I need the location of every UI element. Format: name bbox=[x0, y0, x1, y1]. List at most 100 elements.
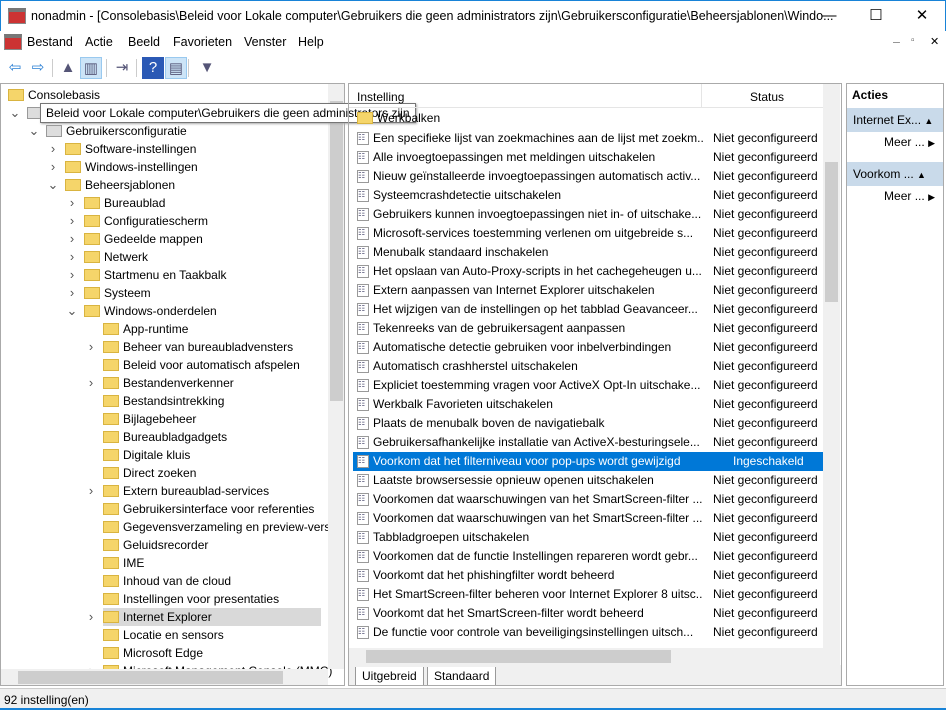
tree-node[interactable]: Beleid voor automatisch afspelen bbox=[103, 356, 321, 374]
menu-beeld[interactable]: Beeld bbox=[128, 35, 160, 49]
tree-node[interactable]: › Beheer van bureaubladvensters bbox=[89, 338, 321, 356]
chevron-right-icon[interactable]: › bbox=[66, 284, 78, 302]
chevron-right-icon[interactable]: › bbox=[85, 608, 97, 626]
tree-node[interactable]: Locatie en sensors bbox=[103, 626, 321, 644]
setting-row[interactable]: ☷ Automatisch crashherstel uitschakelen Ni… bbox=[353, 357, 823, 376]
tree-node[interactable]: › Bureaublad bbox=[70, 194, 321, 212]
setting-row[interactable]: ☷ Expliciet toestemming vragen voor Activ… bbox=[353, 376, 823, 395]
scroll-thumb[interactable] bbox=[18, 671, 283, 684]
scroll-thumb[interactable] bbox=[366, 650, 671, 663]
setting-row[interactable]: ☷ Voorkomen dat waarschuwingen van het Sm… bbox=[353, 490, 823, 509]
tree-node[interactable]: Instellingen voor presentaties bbox=[103, 590, 321, 608]
chevron-right-icon[interactable]: › bbox=[66, 194, 78, 212]
tree-node[interactable]: › Netwerk bbox=[70, 248, 321, 266]
tree-vertical-scrollbar[interactable] bbox=[328, 84, 344, 669]
setting-row[interactable]: ☷ Tekenreeks van de gebruikersagent aanpa… bbox=[353, 319, 823, 338]
help-icon[interactable]: ? bbox=[142, 57, 164, 79]
scroll-thumb[interactable] bbox=[825, 162, 838, 302]
setting-row[interactable]: ☷ Gebruikersafhankelijke installatie van … bbox=[353, 433, 823, 452]
actions-more-2[interactable]: Meer ... ▶ bbox=[847, 189, 943, 209]
setting-row[interactable]: ☷ Extern aanpassen van Internet Explorer … bbox=[353, 281, 823, 300]
tree-horizontal-scrollbar[interactable] bbox=[1, 669, 328, 685]
chevron-right-icon[interactable]: › bbox=[66, 266, 78, 284]
inner-restore-button[interactable]: ▫ bbox=[911, 35, 915, 46]
setting-row[interactable]: ☷ De functie voor controle van beveiligin… bbox=[353, 623, 823, 642]
tree-node[interactable]: › Software-instellingen bbox=[51, 140, 321, 158]
show-hide-tree-icon[interactable]: ▥ bbox=[80, 57, 102, 79]
close-button[interactable]: ✕ bbox=[899, 1, 945, 31]
setting-row[interactable]: ☷ Plaats de menubalk boven de navigatieba… bbox=[353, 414, 823, 433]
scroll-thumb[interactable] bbox=[330, 101, 343, 401]
setting-row[interactable]: ☷ Werkbalk Favorieten uitschakelen Niet ge… bbox=[353, 395, 823, 414]
setting-row[interactable]: ☷ Nieuw geïnstalleerde invoegtoepassingen… bbox=[353, 167, 823, 186]
tree-node[interactable]: Direct zoeken bbox=[103, 464, 321, 482]
menu-help[interactable]: Help bbox=[298, 35, 324, 49]
setting-row[interactable]: ☷ Een specifieke lijst van zoekmachines a… bbox=[353, 129, 823, 148]
inner-minimize-button[interactable]: – bbox=[893, 35, 900, 49]
menu-bestand[interactable]: Bestand bbox=[27, 35, 73, 49]
tab-uitgebreid[interactable]: Uitgebreid bbox=[355, 667, 424, 685]
tree-node[interactable]: › Windows-instellingen bbox=[51, 158, 321, 176]
menu-venster[interactable]: Venster bbox=[244, 35, 286, 49]
setting-row[interactable]: ☷ Laatste browsersessie opnieuw openen ui… bbox=[353, 471, 823, 490]
menu-favorieten[interactable]: Favorieten bbox=[173, 35, 232, 49]
tab-standaard[interactable]: Standaard bbox=[427, 667, 497, 685]
list-vertical-scrollbar[interactable] bbox=[823, 84, 840, 665]
tree-node[interactable]: Bureaubladgadgets bbox=[103, 428, 321, 446]
chevron-down-icon[interactable]: ⌄ bbox=[66, 302, 78, 320]
setting-row[interactable]: ☷ Voorkomt dat het phishingfilter wordt b… bbox=[353, 566, 823, 585]
setting-row[interactable]: ☷ Voorkomen dat de functie Instellingen r… bbox=[353, 547, 823, 566]
tree-node[interactable]: App-runtime bbox=[103, 320, 321, 338]
tree-node[interactable]: ⌄ Windows-onderdelen bbox=[67, 302, 321, 320]
chevron-down-icon[interactable]: ⌄ bbox=[47, 176, 59, 194]
tree-node[interactable]: › Systeem bbox=[70, 284, 321, 302]
setting-row[interactable]: ☷ Het SmartScreen-filter beheren voor Int… bbox=[353, 585, 823, 604]
up-folder-icon[interactable]: ▲ bbox=[57, 57, 79, 79]
chevron-right-icon[interactable]: › bbox=[47, 140, 59, 158]
chevron-right-icon[interactable]: › bbox=[66, 230, 78, 248]
setting-row[interactable]: ☷ Voorkomt dat het SmartScreen-filter wor… bbox=[353, 604, 823, 623]
menu-actie[interactable]: Actie bbox=[85, 35, 113, 49]
back-icon[interactable]: ⇦ bbox=[4, 57, 26, 79]
tree-node[interactable]: Inhoud van de cloud bbox=[103, 572, 321, 590]
export-list-icon[interactable]: ⇥ bbox=[111, 57, 133, 79]
forward-icon[interactable]: ⇨ bbox=[27, 57, 49, 79]
tree-node[interactable]: Bestandsintrekking bbox=[103, 392, 321, 410]
chevron-down-icon[interactable]: ⌄ bbox=[9, 104, 21, 122]
setting-row[interactable]: ☷ Automatische detectie gebruiken voor in… bbox=[353, 338, 823, 357]
tree-node[interactable]: › Startmenu en Taakbalk bbox=[70, 266, 321, 284]
actions-more-1[interactable]: Meer ... ▶ bbox=[847, 135, 943, 155]
chevron-right-icon[interactable]: › bbox=[66, 212, 78, 230]
setting-row[interactable]: ☷ Het opslaan van Auto-Proxy-scripts in h… bbox=[353, 262, 823, 281]
tree-node[interactable]: › Bestandenverkenner bbox=[89, 374, 321, 392]
setting-row[interactable]: ☷ Menubalk standaard inschakelen Niet geco… bbox=[353, 243, 823, 262]
chevron-right-icon[interactable]: › bbox=[47, 158, 59, 176]
tree-node[interactable]: › Configuratiescherm bbox=[70, 212, 321, 230]
chevron-right-icon[interactable]: › bbox=[85, 482, 97, 500]
tree-node[interactable]: › Internet Explorer bbox=[89, 608, 321, 626]
tree-node[interactable]: IME bbox=[103, 554, 321, 572]
tree-node[interactable]: Digitale kluis bbox=[103, 446, 321, 464]
setting-row[interactable]: ☷ Tabbladgroepen uitschakelen Niet geconfi… bbox=[353, 528, 823, 547]
setting-row[interactable]: ☷ Voorkomen dat waarschuwingen van het Sm… bbox=[353, 509, 823, 528]
minimize-button[interactable]: — bbox=[806, 1, 852, 31]
show-hide-action-pane-icon[interactable]: ▤ bbox=[165, 57, 187, 79]
column-header-status[interactable]: Status bbox=[750, 90, 784, 104]
setting-row[interactable]: ☷ Voorkom dat het filterniveau voor pop-u… bbox=[353, 452, 823, 471]
chevron-down-icon[interactable]: ⌄ bbox=[28, 122, 40, 140]
filter-icon[interactable]: ▼ bbox=[196, 57, 218, 79]
setting-row[interactable]: ☷ Microsoft-services toestemming verlenen… bbox=[353, 224, 823, 243]
tree-node[interactable]: ⌄ Beheersjablonen bbox=[48, 176, 321, 194]
tree-node[interactable]: › Gedeelde mappen bbox=[70, 230, 321, 248]
folder-row-werkbalken[interactable]: Werkbalken bbox=[357, 111, 440, 125]
actions-section-internet-explorer[interactable]: Internet Ex... ▲ bbox=[847, 108, 943, 132]
chevron-right-icon[interactable]: › bbox=[85, 374, 97, 392]
chevron-right-icon[interactable]: › bbox=[66, 248, 78, 266]
maximize-button[interactable]: ☐ bbox=[853, 1, 899, 31]
tree-node[interactable]: › Extern bureaublad-services bbox=[89, 482, 321, 500]
setting-row[interactable]: ☷ Systeemcrashdetectie uitschakelen Niet g… bbox=[353, 186, 823, 205]
tree-node[interactable]: Geluidsrecorder bbox=[103, 536, 321, 554]
column-header-setting[interactable]: Instelling bbox=[357, 90, 404, 104]
list-horizontal-scrollbar[interactable] bbox=[349, 648, 823, 665]
tree-node[interactable]: ⌄ Gebruikersconfiguratie bbox=[29, 122, 321, 140]
